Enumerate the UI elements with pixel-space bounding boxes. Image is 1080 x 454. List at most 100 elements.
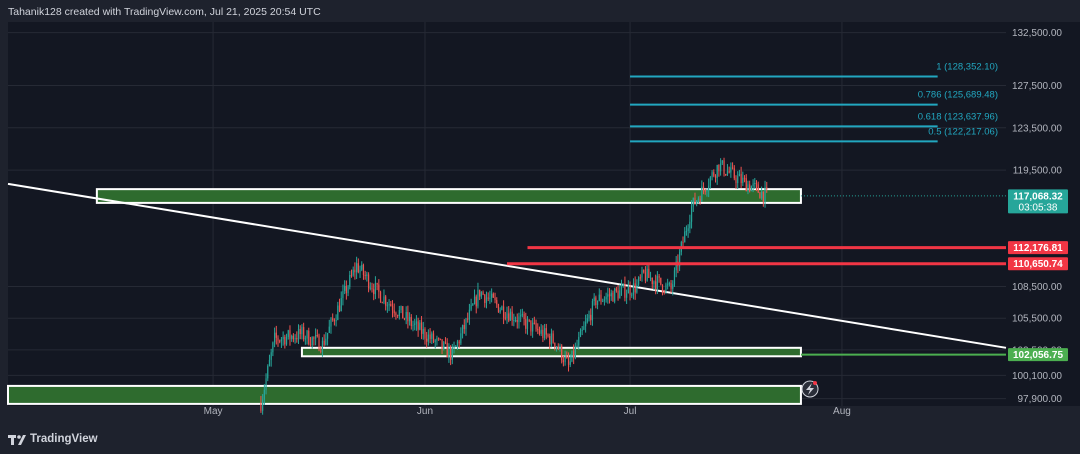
candle-bull <box>335 320 337 322</box>
candle-bear <box>497 304 500 313</box>
candle-bear <box>299 328 301 335</box>
candle-bear <box>561 345 563 361</box>
candle-bull <box>593 297 595 301</box>
candle-bull <box>620 286 623 291</box>
candle-bull <box>622 283 624 287</box>
candle-bear <box>735 178 737 184</box>
candle-bear <box>444 342 447 344</box>
fib-label: 0.618 (123,637.96) <box>918 111 998 122</box>
candle-bull <box>543 328 546 338</box>
candle-bear <box>723 160 725 175</box>
candle-bull <box>514 320 517 322</box>
candle-bear <box>284 336 286 345</box>
candle-bull <box>626 293 628 298</box>
candle-bear <box>333 319 336 322</box>
candle-bull <box>453 346 455 349</box>
candle-bull <box>485 297 488 303</box>
candle-bear <box>545 328 547 335</box>
candle-bull <box>583 326 585 330</box>
footer-brand: TradingView <box>30 433 98 445</box>
candle-bear <box>542 329 544 338</box>
price-chart[interactable]: 1 (128,352.10) 0.786 (125,689.48) 0.618 (1… <box>0 0 1080 426</box>
candle-bull <box>708 185 710 191</box>
candle-bear <box>292 335 294 340</box>
candle-bull <box>369 287 371 289</box>
candle-bear <box>502 306 505 318</box>
candle-bull <box>285 336 288 345</box>
candle-bear <box>639 277 641 279</box>
candle-bear <box>410 317 412 326</box>
candle-bull <box>632 283 635 295</box>
candle-bear <box>357 263 359 273</box>
candle-bear <box>439 338 441 340</box>
candle-bull <box>591 300 594 321</box>
candle-bull <box>361 264 363 270</box>
candle-bull <box>555 346 558 348</box>
candle-bull <box>415 321 418 324</box>
candle-bull <box>436 338 438 341</box>
candle-bear <box>759 192 761 199</box>
candle-bull <box>297 328 300 340</box>
candle-bull <box>636 284 638 293</box>
candle-bear <box>426 338 428 342</box>
candle-bear <box>463 324 465 329</box>
candle-bull <box>460 333 462 344</box>
y-tick-label: 119,500.00 <box>1013 166 1063 177</box>
candle-bear <box>467 318 469 320</box>
candle-bear <box>446 342 448 358</box>
candle-bear <box>714 175 717 178</box>
candle-bear <box>731 167 734 169</box>
candle-bull <box>526 319 529 329</box>
candle-bull <box>388 304 390 306</box>
candle-bear <box>699 198 701 202</box>
candle-bear <box>658 276 660 278</box>
candle-bear <box>379 291 382 303</box>
x-tick-label: May <box>204 406 223 417</box>
candle-bull <box>721 160 723 164</box>
candle-bear <box>289 330 291 339</box>
candle-bull <box>571 350 573 362</box>
candle-bull <box>374 282 377 295</box>
time-axis[interactable]: May Jun Jul Aug <box>204 406 851 417</box>
candle-bear <box>608 294 611 297</box>
candle-bull <box>578 336 580 346</box>
candle-bull <box>491 293 493 298</box>
candle-bear <box>393 310 395 314</box>
candle-bear <box>549 336 551 345</box>
candle-bull <box>337 305 339 321</box>
candle-bear <box>385 296 387 306</box>
candle-bull <box>412 324 414 326</box>
candle-bull <box>696 200 698 205</box>
candle-bull <box>499 309 501 313</box>
candle-bear <box>323 340 325 345</box>
candle-bull <box>328 326 330 333</box>
candle-bull <box>509 311 512 321</box>
candle-bear <box>479 289 481 297</box>
candle-bull <box>641 270 643 278</box>
candle-bear <box>303 327 305 339</box>
fib-label: 0.5 (122,217.06) <box>928 126 998 137</box>
candle-bear <box>651 277 653 285</box>
x-tick-label: Jul <box>624 406 637 417</box>
candle-bear <box>670 282 672 289</box>
replay-icon[interactable] <box>801 380 819 398</box>
candle-bull <box>656 276 658 289</box>
candle-bear <box>562 360 564 363</box>
candle-bull <box>268 359 271 367</box>
candle-bull <box>386 305 388 307</box>
candle-bull <box>349 275 351 287</box>
candle-bull <box>520 315 522 317</box>
candle-bear <box>535 322 537 329</box>
candle-bear <box>511 311 513 321</box>
candle-bull <box>287 330 289 337</box>
candle-bull <box>665 284 667 292</box>
candle-bear <box>296 338 298 340</box>
candle-bear <box>487 297 489 299</box>
candle-bear <box>309 344 312 346</box>
candle-bear <box>277 337 279 341</box>
candle-bull <box>473 296 476 305</box>
candle-bull <box>311 337 313 346</box>
candle-bear <box>644 272 647 281</box>
candle-bear <box>494 297 496 301</box>
candle-bear <box>590 314 592 321</box>
